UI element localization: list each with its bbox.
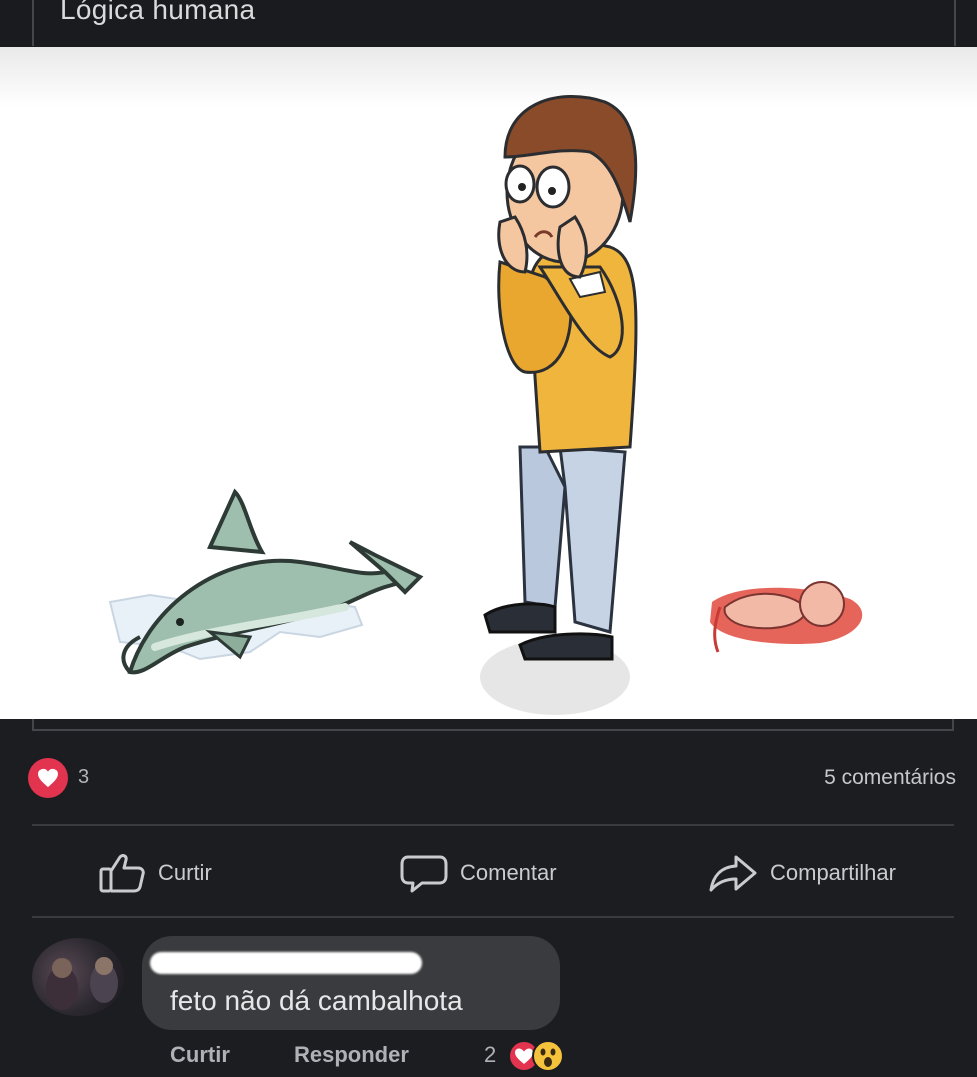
share-button[interactable]: Compartilhar xyxy=(708,835,896,911)
avatar[interactable] xyxy=(32,938,124,1016)
divider xyxy=(32,824,954,826)
like-label: Curtir xyxy=(158,860,212,885)
heart-icon xyxy=(28,758,68,798)
comment-item: feto não dá cambalhota Curtir Responder … xyxy=(0,930,977,1072)
comment-text: feto não dá cambalhota xyxy=(170,985,463,1016)
speech-bubble-icon xyxy=(400,855,448,893)
divider xyxy=(32,916,954,918)
post-image[interactable] xyxy=(0,47,977,719)
post-title: Lógica humana xyxy=(60,0,256,25)
comments-count-link[interactable]: 5 comentários xyxy=(824,766,956,790)
thumbs-up-icon xyxy=(99,854,145,893)
comment-reply-link[interactable]: Responder xyxy=(294,1042,409,1068)
comment-reaction-count: 2 xyxy=(484,1042,497,1067)
comment-button[interactable]: Comentar xyxy=(400,835,557,911)
reaction-count: 3 xyxy=(78,766,90,788)
share-arrow-icon xyxy=(709,855,757,892)
comment-label: Comentar xyxy=(460,860,557,885)
redacted-author-name[interactable] xyxy=(150,952,422,974)
share-label: Compartilhar xyxy=(770,860,896,885)
reactions-summary[interactable]: 3 5 comentários xyxy=(28,758,958,798)
like-button[interactable]: Curtir xyxy=(98,835,212,911)
post-header: Lógica humana xyxy=(0,0,977,47)
comment-reactions[interactable] xyxy=(508,1040,588,1072)
image-frame-bottom xyxy=(32,719,954,731)
wow-emoji-icon xyxy=(532,1040,564,1072)
comment-like-link[interactable]: Curtir xyxy=(170,1042,230,1068)
cartoon-illustration xyxy=(108,95,863,715)
post-actions: Curtir Comentar Compartilhar xyxy=(32,835,954,911)
